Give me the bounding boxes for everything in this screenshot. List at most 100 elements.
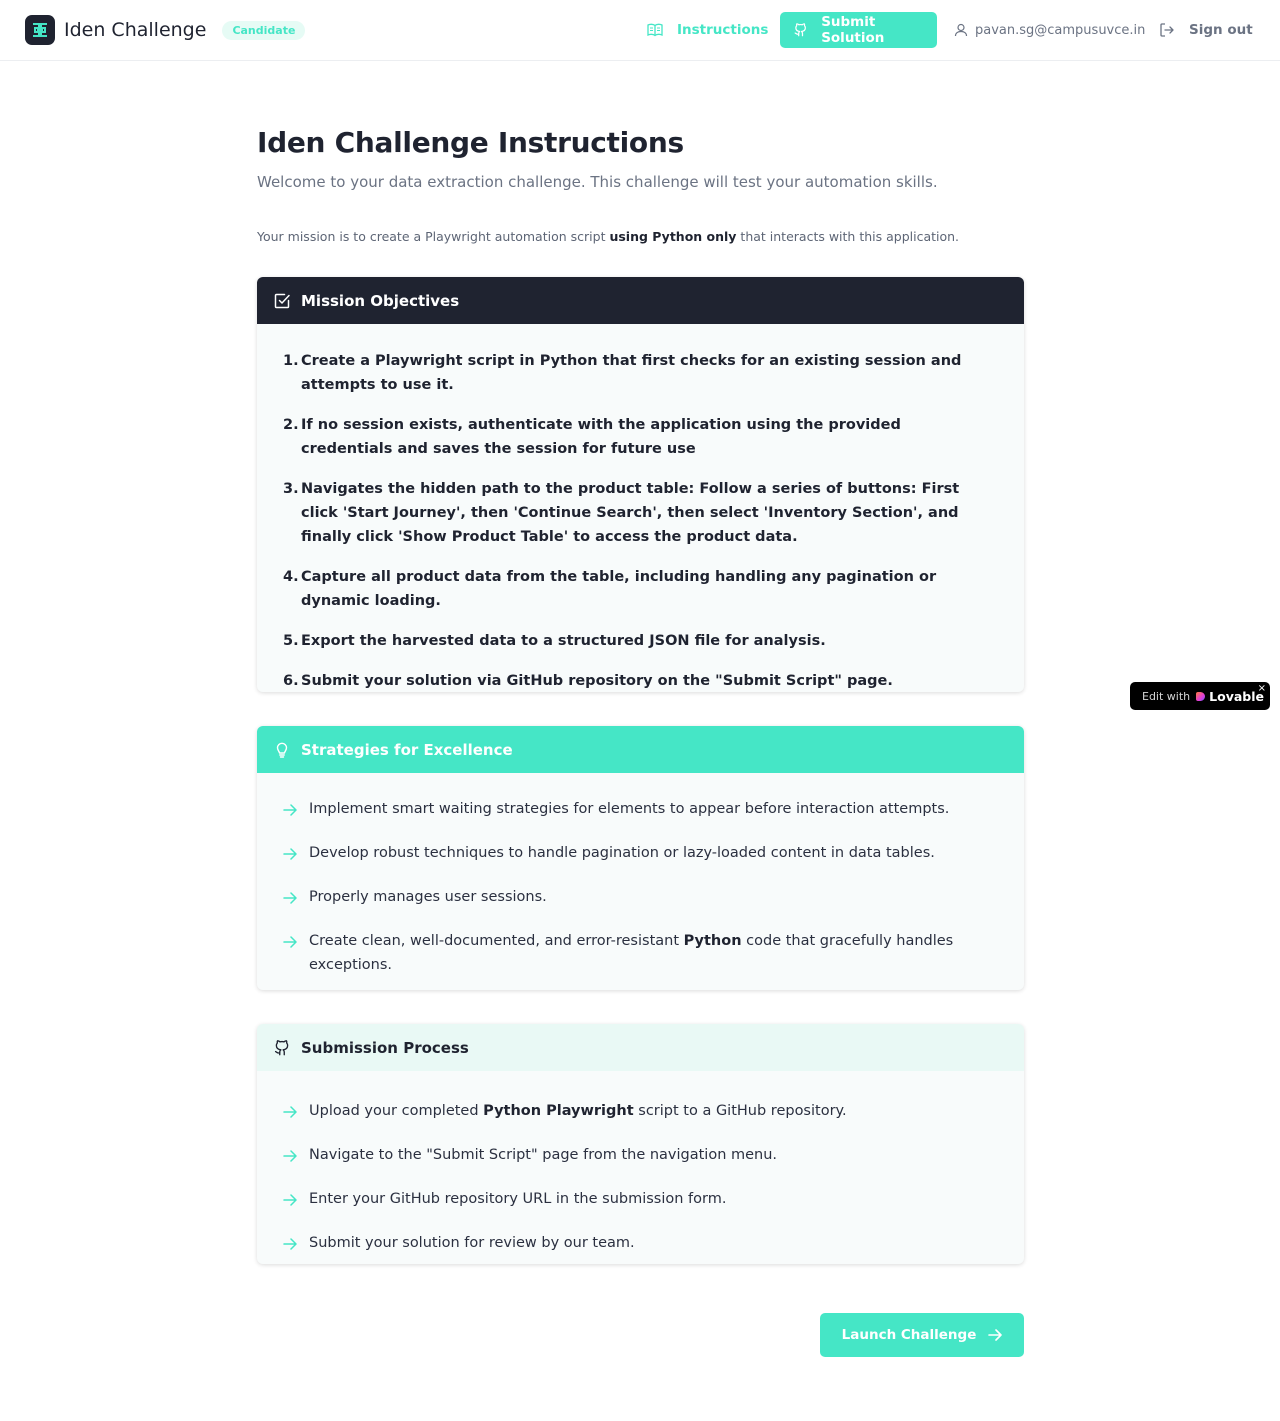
list-item: Upload your completed Python Playwright … (283, 1099, 996, 1127)
item-text-pre: Implement smart waiting strategies for e… (309, 801, 950, 817)
list-item: Properly manages user sessions. (283, 885, 996, 913)
launch-challenge-button[interactable]: Launch Challenge (820, 1313, 1024, 1357)
lovable-heart-icon (1196, 691, 1206, 701)
strategies-title: Strategies for Excellence (301, 740, 513, 759)
close-icon[interactable]: × (1258, 683, 1266, 694)
lovable-edit-label: Edit with (1142, 689, 1191, 703)
submission-process-title: Submission Process (301, 1038, 469, 1057)
arrow-right-icon (283, 929, 309, 977)
brand[interactable]: Iden Challenge Candidate (25, 15, 306, 45)
sign-out-label: Sign out (1189, 22, 1253, 38)
logo-icon (25, 15, 55, 45)
nav-instructions-label: Instructions (677, 22, 769, 38)
list-item: 1. Create a Playwright script in Python t… (283, 349, 996, 397)
submit-solution-label: Submit Solution (821, 14, 885, 46)
list-item: Develop robust techniques to handle pagi… (283, 841, 996, 869)
lovable-word: Lovable (1209, 688, 1264, 704)
list-item: Submit your solution for review by our t… (283, 1231, 996, 1259)
item-text: Create a Playwright script in Python tha… (301, 353, 962, 393)
page-title: Iden Challenge Instructions (257, 126, 684, 159)
submission-process-header: Submission Process (257, 1024, 1024, 1071)
item-number: 5. (283, 633, 299, 649)
arrow-right-icon (283, 1099, 309, 1127)
item-text-pre: Properly manages user sessions. (309, 889, 547, 905)
item-text: Navigates the hidden path to the product… (301, 481, 960, 545)
item-text: Navigate to the "Submit Script" page fro… (309, 1143, 996, 1171)
user-icon (954, 23, 968, 37)
item-text: Implement smart waiting strategies for e… (309, 797, 996, 825)
arrow-right-icon (988, 1329, 1003, 1341)
edit-with-lovable-badge[interactable]: Edit with Lovable × (1130, 682, 1270, 710)
item-text: Develop robust techniques to handle pagi… (309, 841, 996, 869)
arrow-right-icon (283, 1187, 309, 1215)
brand-name: Iden Challenge (64, 19, 207, 41)
item-text-pre: Navigate to the "Submit Script" page fro… (309, 1147, 778, 1163)
item-text-pre: Enter your GitHub repository URL in the … (309, 1191, 727, 1207)
lightbulb-icon (276, 742, 288, 758)
main-content: Iden Challenge Instructions Welcome to y… (257, 126, 1024, 1357)
item-text-pre: Upload your completed (309, 1103, 484, 1119)
arrow-right-icon (283, 797, 309, 825)
item-text-post: script to a GitHub repository. (633, 1103, 847, 1119)
mission-objectives-card: Mission Objectives 1. Create a Playwright… (257, 277, 1024, 692)
github-icon (274, 1039, 289, 1055)
strategies-list: Implement smart waiting strategies for e… (257, 773, 1024, 990)
role-badge: Candidate (222, 20, 306, 40)
mission-objectives-header: Mission Objectives (257, 277, 1024, 324)
item-text: Export the harvested data to a structure… (301, 633, 826, 649)
list-item: Navigate to the "Submit Script" page fro… (283, 1143, 996, 1171)
list-item: 2. If no session exists, authenticate wit… (283, 413, 996, 461)
item-text-pre: Create clean, well-documented, and error… (309, 933, 684, 949)
page-subtitle: Welcome to your data extraction challeng… (257, 173, 938, 191)
item-number: 3. (283, 481, 299, 497)
book-open-icon (647, 23, 663, 37)
launch-challenge-label: Launch Challenge (841, 1327, 977, 1343)
item-text: Create clean, well-documented, and error… (309, 929, 996, 977)
list-item: 5. Export the harvested data to a structu… (283, 629, 996, 653)
item-text: Properly manages user sessions. (309, 885, 996, 913)
item-text: Upload your completed Python Playwright … (309, 1099, 996, 1127)
mission-prefix: Your mission is to create a Playwright a… (257, 229, 610, 244)
arrow-right-icon (283, 1143, 309, 1171)
item-number: 2. (283, 417, 299, 433)
arrow-right-icon (283, 841, 309, 869)
list-item: 4. Capture all product data from the tabl… (283, 565, 996, 613)
submission-list: Upload your completed Python Playwright … (257, 1071, 1024, 1264)
user-menu[interactable]: pavan.sg@campusuvce.in (954, 12, 1145, 48)
check-square-icon (274, 293, 290, 308)
list-item: 6. Submit your solution via GitHub reposi… (283, 669, 996, 692)
item-text-bold: Python (683, 933, 742, 949)
item-number: 6. (283, 673, 299, 689)
submit-solution-button[interactable]: Submit Solution (780, 12, 937, 48)
item-text-pre: Develop robust techniques to handle pagi… (309, 845, 935, 861)
item-text-pre: Submit your solution for review by our t… (309, 1235, 635, 1251)
item-text-bold: Python Playwright (483, 1103, 634, 1119)
list-item: Implement smart waiting strategies for e… (283, 797, 996, 825)
mission-objectives-title: Mission Objectives (301, 291, 460, 310)
mission-suffix: that interacts with this application. (736, 229, 960, 244)
item-number: 1. (283, 353, 299, 369)
github-icon (794, 23, 806, 37)
strategies-header: Strategies for Excellence (257, 726, 1024, 773)
user-email: pavan.sg@campusuvce.in (975, 22, 1146, 38)
item-text: Submit your solution via GitHub reposito… (301, 673, 893, 689)
item-text: If no session exists, authenticate with … (301, 417, 901, 457)
nav-instructions-link[interactable]: Instructions (647, 12, 768, 48)
list-item: Create clean, well-documented, and error… (283, 929, 996, 977)
arrow-right-icon (283, 885, 309, 913)
arrow-right-icon (283, 1231, 309, 1259)
log-out-icon (1160, 23, 1174, 37)
item-text: Submit your solution for review by our t… (309, 1231, 996, 1259)
item-text: Capture all product data from the table,… (301, 569, 937, 609)
list-item: Enter your GitHub repository URL in the … (283, 1187, 996, 1215)
strategies-card: Strategies for Excellence Implement smar… (257, 726, 1024, 990)
top-navbar: Iden Challenge Candidate Instructions Su… (0, 0, 1280, 61)
mission-statement: Your mission is to create a Playwright a… (257, 229, 1024, 244)
mission-bold: using Python only (609, 229, 737, 244)
submission-process-card: Submission Process Upload your completed… (257, 1024, 1024, 1264)
list-item: 3. Navigates the hidden path to the produ… (283, 477, 996, 549)
sign-out-button[interactable]: Sign out (1159, 12, 1253, 48)
item-text: Enter your GitHub repository URL in the … (309, 1187, 996, 1215)
objectives-list: 1. Create a Playwright script in Python t… (257, 324, 1024, 692)
item-number: 4. (283, 569, 299, 585)
